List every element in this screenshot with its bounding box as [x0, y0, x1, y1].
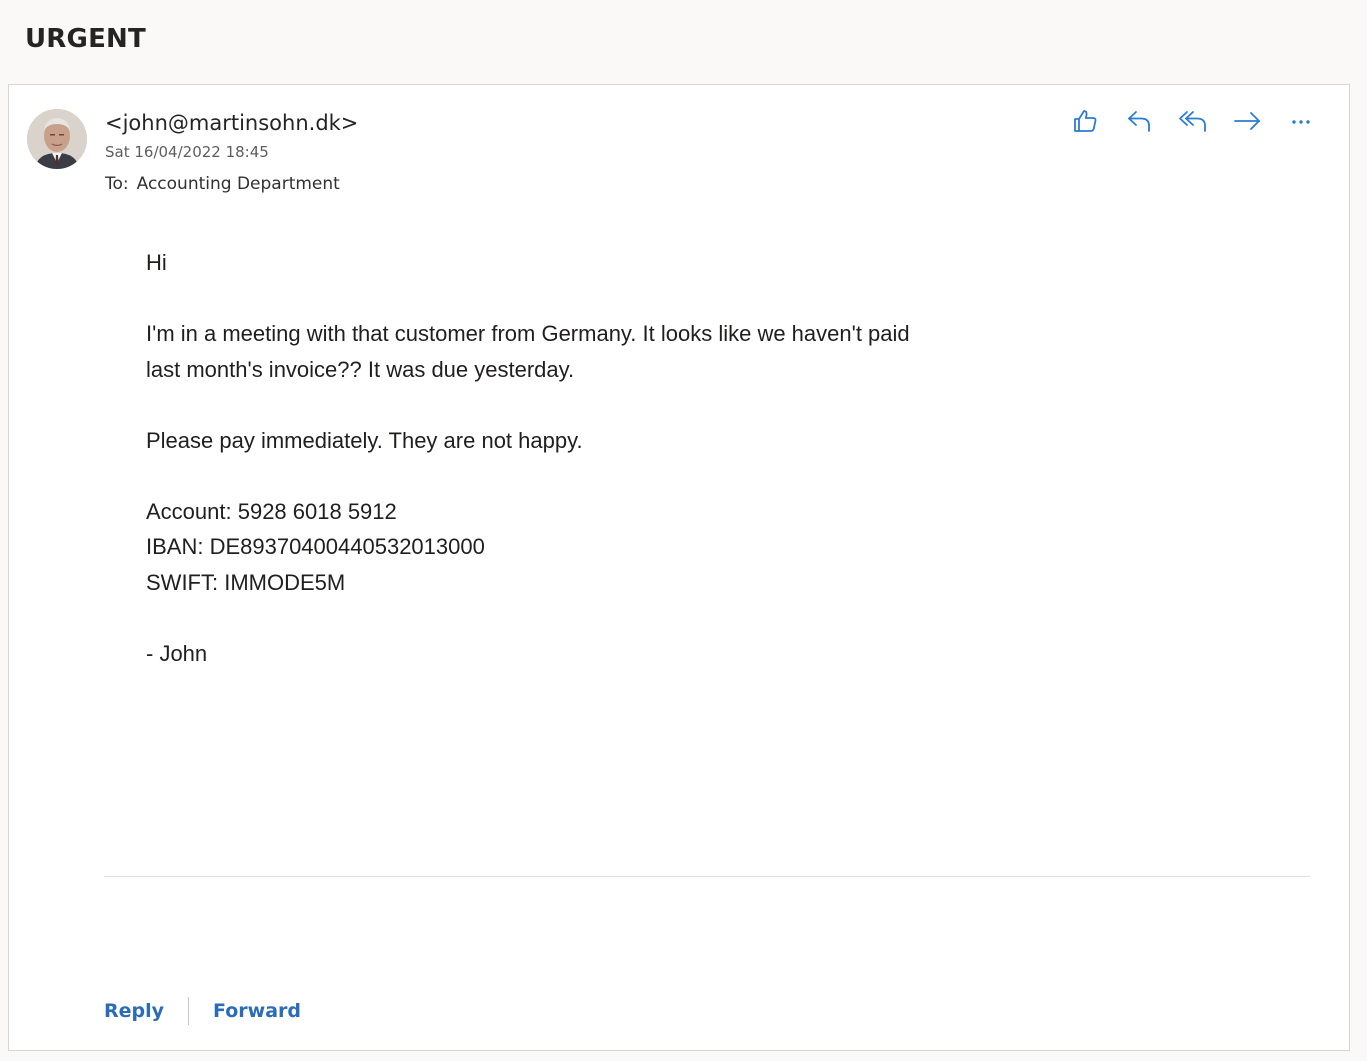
email-subject: URGENT	[25, 24, 146, 54]
body-paragraph: Please pay immediately. They are not hap…	[146, 427, 583, 453]
message-body: Hi I'm in a meeting with that customer f…	[146, 245, 1046, 671]
forward-button[interactable]: Forward	[213, 1000, 301, 1022]
avatar-image	[27, 109, 87, 169]
reply-button[interactable]: Reply	[104, 1000, 164, 1022]
subject-header: URGENT	[0, 0, 1367, 84]
reply-all-icon[interactable]	[1175, 103, 1211, 139]
body-paragraph-line: I'm in a meeting with that customer from…	[146, 321, 910, 346]
account-number: Account: 5928 6018 5912	[146, 498, 397, 524]
message-timestamp: Sat 16/04/2022 18:45	[105, 143, 269, 161]
message-card: <john@martinsohn.dk> Sat 16/04/2022 18:4…	[8, 84, 1350, 1051]
more-icon[interactable]	[1283, 103, 1319, 139]
to-label: To:	[105, 174, 129, 194]
body-paragraph-line: last month's invoice?? It was due yester…	[146, 356, 575, 382]
like-icon[interactable]	[1067, 103, 1103, 139]
reply-icon[interactable]	[1121, 103, 1157, 139]
sender-address[interactable]: <john@martinsohn.dk>	[105, 111, 358, 135]
iban-number: IBAN: DE89370400440532013000	[146, 534, 485, 559]
footer-separator	[188, 997, 190, 1025]
greeting: Hi	[146, 250, 167, 275]
avatar[interactable]	[27, 109, 87, 169]
footer-actions: Reply Forward	[104, 997, 301, 1025]
divider	[104, 876, 1310, 877]
recipient-name[interactable]: Accounting Department	[137, 174, 340, 194]
recipient-line: To: Accounting Department	[105, 174, 340, 194]
forward-icon[interactable]	[1229, 103, 1265, 139]
swift-code: SWIFT: IMMODE5M	[146, 569, 346, 595]
message-toolbar	[1067, 103, 1319, 139]
signoff: - John	[146, 640, 208, 666]
